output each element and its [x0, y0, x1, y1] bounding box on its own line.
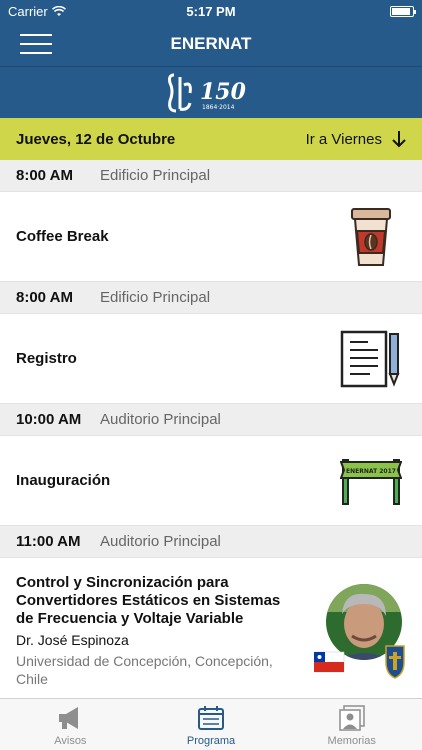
- university-shield-icon: [385, 645, 405, 679]
- current-day: Jueves, 12 de Octubre: [16, 130, 176, 148]
- event-location: Edificio Principal: [100, 167, 211, 184]
- day-header: Jueves, 12 de Octubre Ir a Viernes: [0, 118, 422, 160]
- tab-memorias[interactable]: Memorias: [281, 699, 422, 750]
- next-day-button[interactable]: Ir a Viernes: [306, 130, 406, 148]
- section-header: 10:00 AM Auditorio Principal: [0, 404, 422, 436]
- megaphone-icon: [59, 707, 79, 729]
- tab-avisos[interactable]: Avisos: [0, 699, 141, 750]
- event-time: 10:00 AM: [16, 411, 82, 428]
- app-title: ENERNAT: [170, 34, 252, 53]
- section-header: 11:00 AM Auditorio Principal: [0, 526, 422, 558]
- tab-label: Memorias: [327, 735, 376, 747]
- tab-label: Programa: [186, 735, 236, 747]
- battery-fill: [392, 8, 410, 15]
- schedule-list[interactable]: 8:00 AM Edificio Principal Coffee Break …: [0, 160, 422, 698]
- speaker-avatar: [313, 584, 405, 679]
- list-item-inauguracion[interactable]: Inauguración ENERNAT 2017: [0, 436, 422, 526]
- calendar-icon: [198, 706, 224, 730]
- event-title: Coffee Break: [16, 228, 109, 245]
- event-time: 11:00 AM: [16, 533, 81, 550]
- list-item-registro[interactable]: Registro: [0, 314, 422, 404]
- tab-programa[interactable]: Programa: [141, 699, 282, 750]
- event-time: 8:00 AM: [16, 289, 73, 306]
- event-location: Auditorio Principal: [100, 533, 221, 550]
- list-item-coffee-break[interactable]: Coffee Break: [0, 192, 422, 282]
- next-day-label: Ir a Viernes: [305, 130, 382, 148]
- tab-bar: Avisos Programa Memorias: [0, 698, 422, 750]
- status-bar: Carrier 5:17 PM: [0, 0, 422, 22]
- document-pen-icon: [340, 330, 400, 387]
- speaker-name: Dr. José Espinoza: [16, 632, 129, 648]
- event-title: Registro: [16, 350, 77, 367]
- talk-title: Control y Sincronización para Convertido…: [16, 574, 281, 627]
- banner-icon: ENERNAT 2017: [340, 458, 402, 505]
- event-location: Auditorio Principal: [100, 411, 221, 428]
- speaker-affiliation: Universidad de Concepción, Concepción, C…: [16, 653, 273, 687]
- battery-icon: [390, 6, 416, 17]
- section-header: 8:00 AM Edificio Principal: [0, 282, 422, 314]
- chile-flag-icon: [313, 651, 345, 673]
- logo-years: 1864·2014: [202, 104, 235, 111]
- photo-stack-icon: [338, 705, 365, 731]
- university-logo: 150 1864·2014: [0, 66, 422, 118]
- list-item-talk[interactable]: Control y Sincronización para Convertido…: [0, 558, 422, 698]
- event-time: 8:00 AM: [16, 167, 73, 184]
- banner-text: ENERNAT 2017: [346, 468, 396, 475]
- clock: 5:17 PM: [186, 3, 236, 19]
- event-location: Edificio Principal: [100, 289, 211, 306]
- tab-label: Avisos: [54, 735, 87, 747]
- event-title: Inauguración: [16, 472, 111, 489]
- coffee-cup-icon: [351, 207, 391, 266]
- arrow-down-icon: [392, 131, 406, 148]
- section-header: 8:00 AM Edificio Principal: [0, 160, 422, 192]
- logo-emblem-icon: 150 1864·2014: [168, 73, 247, 112]
- nav-bar: ENERNAT: [0, 22, 422, 66]
- logo-number: 150: [200, 79, 247, 105]
